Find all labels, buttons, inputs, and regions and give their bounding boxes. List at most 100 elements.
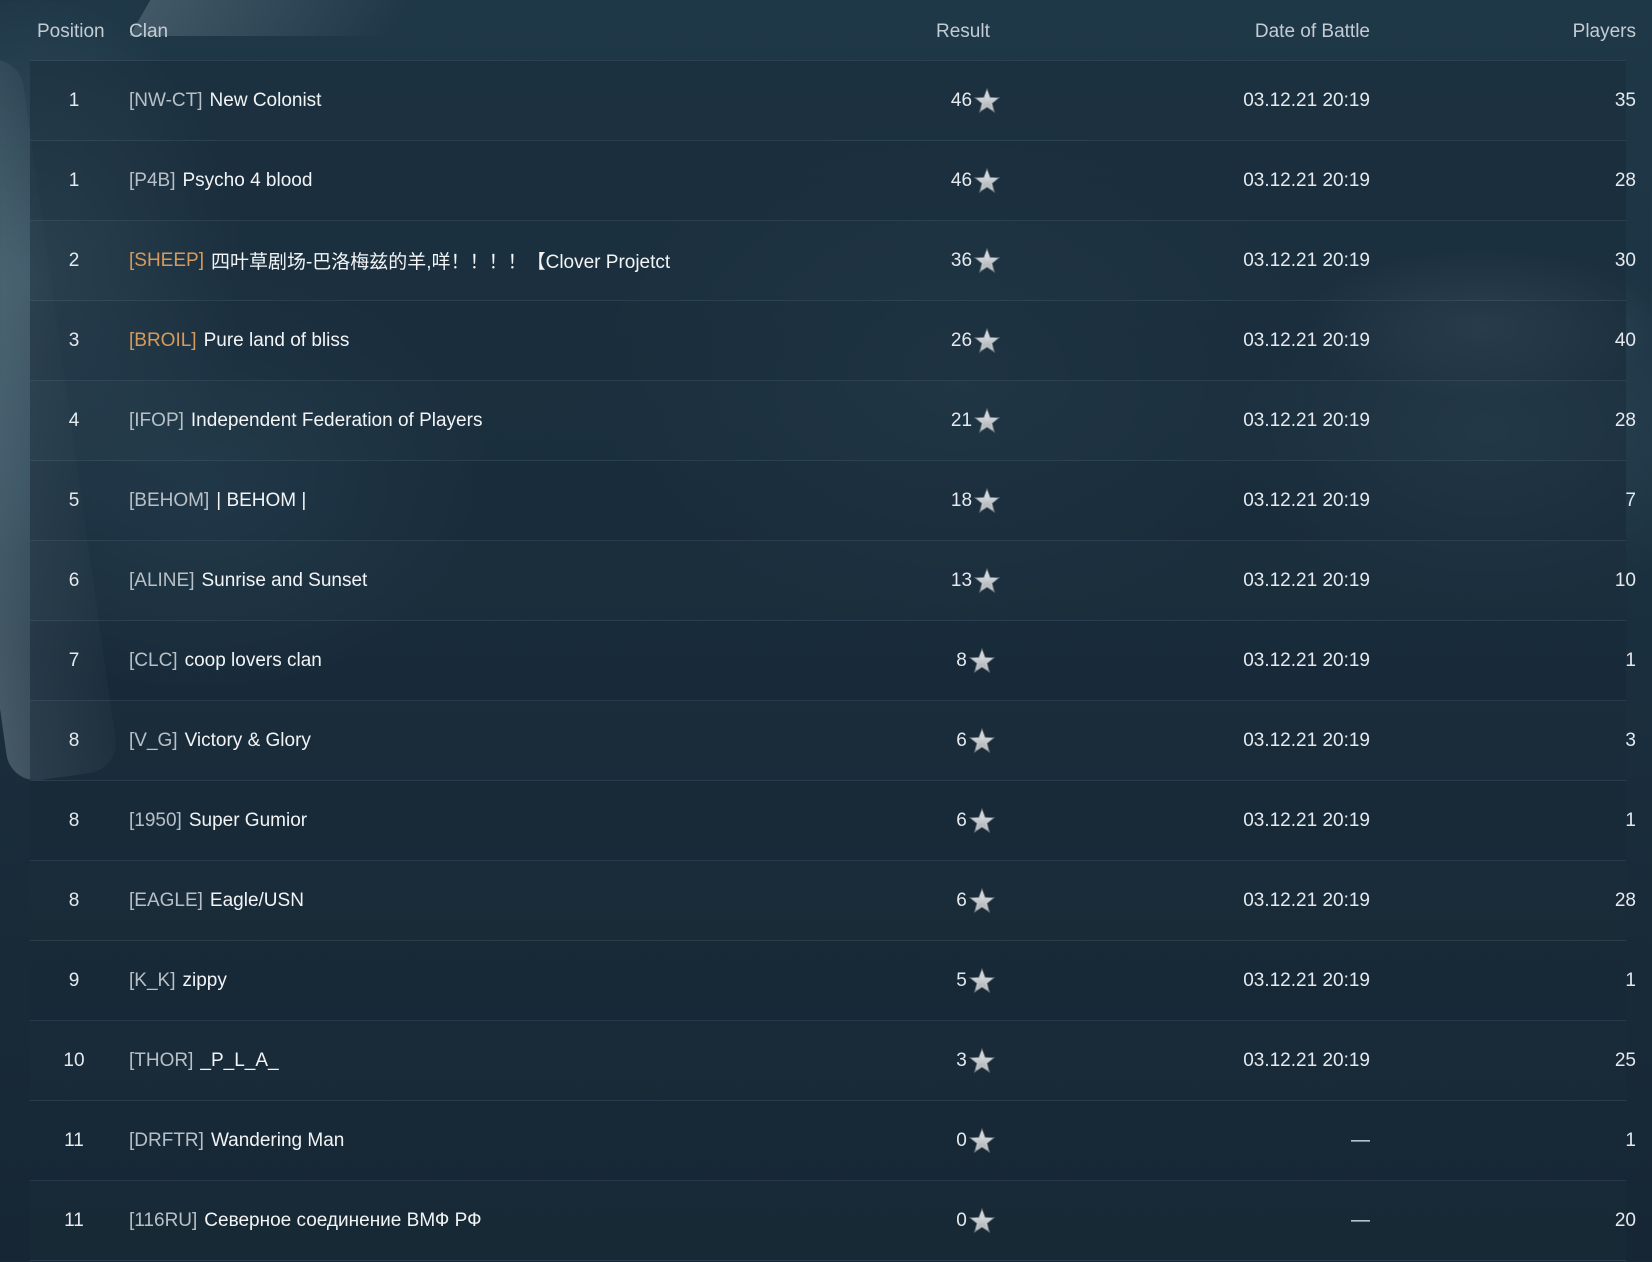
clan-results-table: Position Clan Result Date of Battle Play…	[30, 0, 1636, 1261]
clan-tag[interactable]: [SHEEP]	[129, 250, 204, 272]
clan-tag[interactable]: [116RU]	[129, 1210, 197, 1232]
clan-tag[interactable]: [BROIL]	[129, 330, 197, 352]
row-clan[interactable]: [NW-CT] New Colonist	[129, 61, 889, 140]
star-icon	[968, 1047, 995, 1073]
row-result: 13	[936, 541, 1016, 620]
row-date-of-battle: 03.12.21 20:19	[1243, 649, 1370, 671]
clan-name[interactable]: Pure land of bliss	[204, 330, 350, 352]
clan-name[interactable]: | BEHOM |	[216, 490, 306, 512]
row-clan[interactable]: [116RU] Северное соединение ВМФ РФ	[129, 1181, 889, 1260]
row-result: 6	[936, 701, 1016, 780]
table-row[interactable]: 6 [ALINE] Sunrise and Sunset 13 03.12.21…	[30, 541, 1636, 621]
clan-name[interactable]: Северное соединение ВМФ РФ	[204, 1210, 481, 1232]
clan-tag[interactable]: [P4B]	[129, 170, 175, 192]
row-result: 26	[936, 301, 1016, 380]
clan-name[interactable]: 四叶草剧场-巴洛梅兹的羊,咩！！！！【Clover Projetct	[211, 247, 670, 274]
star-icon	[973, 327, 1001, 353]
clan-name[interactable]: Psycho 4 blood	[182, 170, 312, 192]
row-position: 7	[68, 649, 80, 671]
clan-name[interactable]: Wandering Man	[211, 1130, 344, 1152]
row-players: 1	[1625, 809, 1636, 831]
row-clan[interactable]: [V_G] Victory & Glory	[129, 701, 889, 780]
clan-tag[interactable]: [V_G]	[129, 730, 178, 752]
clan-tag[interactable]: [ALINE]	[129, 570, 194, 592]
table-row[interactable]: 3 [BROIL] Pure land of bliss 26 03.12.21…	[30, 301, 1636, 381]
clan-tag[interactable]: [EAGLE]	[129, 890, 203, 912]
header-clan[interactable]: Clan	[129, 0, 889, 64]
star-icon	[973, 567, 1001, 593]
table-row[interactable]: 1 [NW-CT] New Colonist 46 03.12.21 20:19…	[30, 61, 1636, 141]
table-row[interactable]: 9 [K_K] zippy 5 03.12.21 20:19 1	[30, 941, 1636, 1021]
row-clan[interactable]: [K_K] zippy	[129, 941, 889, 1020]
row-clan[interactable]: [BEHOM] | BEHOM |	[129, 461, 889, 540]
table-row[interactable]: 8 [EAGLE] Eagle/USN 6 03.12.21 20:19 28	[30, 861, 1636, 941]
row-players: 28	[1614, 169, 1636, 191]
row-clan[interactable]: [CLC] coop lovers clan	[129, 621, 889, 700]
clan-tag[interactable]: [CLC]	[129, 650, 178, 672]
result-value: 26	[950, 329, 973, 351]
row-clan[interactable]: [DRFTR] Wandering Man	[129, 1101, 889, 1180]
header-players[interactable]: Players	[1450, 0, 1636, 64]
result-value: 6	[956, 889, 967, 911]
row-position: 8	[68, 809, 80, 831]
table-row[interactable]: 11 [116RU] Северное соединение ВМФ РФ 0 …	[30, 1181, 1636, 1261]
table-row[interactable]: 4 [IFOP] Independent Federation of Playe…	[30, 381, 1636, 461]
clan-name[interactable]: Eagle/USN	[210, 890, 304, 912]
row-position: 8	[68, 889, 80, 911]
row-position: 11	[64, 1209, 84, 1231]
row-clan[interactable]: [1950] Super Gumior	[129, 781, 889, 860]
clan-tag[interactable]: [THOR]	[129, 1050, 193, 1072]
result-value: 5	[956, 969, 967, 991]
row-clan[interactable]: [P4B] Psycho 4 blood	[129, 141, 889, 220]
clan-name[interactable]: zippy	[182, 970, 226, 992]
row-position: 10	[63, 1049, 85, 1071]
row-clan[interactable]: [BROIL] Pure land of bliss	[129, 301, 889, 380]
table-row[interactable]: 11 [DRFTR] Wandering Man 0 — 1	[30, 1101, 1636, 1181]
row-result: 18	[936, 461, 1016, 540]
row-players: 40	[1614, 329, 1636, 351]
row-clan[interactable]: [SHEEP] 四叶草剧场-巴洛梅兹的羊,咩！！！！【Clover Projet…	[129, 221, 889, 300]
row-clan[interactable]: [IFOP] Independent Federation of Players	[129, 381, 889, 460]
row-clan[interactable]: [ALINE] Sunrise and Sunset	[129, 541, 889, 620]
row-players: 25	[1614, 1049, 1636, 1071]
result-value: 6	[956, 729, 967, 751]
table-row[interactable]: 8 [1950] Super Gumior 6 03.12.21 20:19 1	[30, 781, 1636, 861]
header-result[interactable]: Result	[936, 0, 1016, 64]
row-clan[interactable]: [THOR] _P_L_A_	[129, 1021, 889, 1100]
result-value: 6	[956, 809, 967, 831]
clan-name[interactable]: Super Gumior	[189, 810, 307, 832]
table-row[interactable]: 2 [SHEEP] 四叶草剧场-巴洛梅兹的羊,咩！！！！【Clover Proj…	[30, 221, 1636, 301]
row-clan[interactable]: [EAGLE] Eagle/USN	[129, 861, 889, 940]
clan-tag[interactable]: [1950]	[129, 810, 182, 832]
row-result: 3	[936, 1021, 1016, 1100]
row-date-of-battle: 03.12.21 20:19	[1243, 809, 1370, 831]
header-position[interactable]: Position	[37, 0, 113, 64]
clan-name[interactable]: Independent Federation of Players	[191, 410, 483, 432]
clan-tag[interactable]: [BEHOM]	[129, 490, 209, 512]
clan-name[interactable]: coop lovers clan	[185, 650, 322, 672]
table-row[interactable]: 1 [P4B] Psycho 4 blood 46 03.12.21 20:19…	[30, 141, 1636, 221]
star-icon	[968, 647, 995, 673]
clan-name[interactable]: _P_L_A_	[200, 1050, 278, 1072]
star-icon	[968, 1207, 995, 1233]
table-row[interactable]: 5 [BEHOM] | BEHOM | 18 03.12.21 20:19 7	[30, 461, 1636, 541]
star-icon	[968, 807, 995, 833]
clan-tag[interactable]: [NW-CT]	[129, 90, 203, 112]
clan-tag[interactable]: [K_K]	[129, 970, 175, 992]
clan-tag[interactable]: [DRFTR]	[129, 1130, 204, 1152]
row-date-of-battle: 03.12.21 20:19	[1243, 329, 1370, 351]
star-icon	[973, 407, 1001, 433]
clan-name[interactable]: Victory & Glory	[185, 730, 311, 752]
row-position: 4	[68, 409, 80, 431]
table-row[interactable]: 8 [V_G] Victory & Glory 6 03.12.21 20:19…	[30, 701, 1636, 781]
table-row[interactable]: 7 [CLC] coop lovers clan 8 03.12.21 20:1…	[30, 621, 1636, 701]
row-date-of-battle: —	[1351, 1209, 1370, 1231]
result-value: 21	[950, 409, 973, 431]
row-position: 11	[64, 1129, 84, 1151]
row-position: 1	[68, 169, 80, 191]
table-row[interactable]: 10 [THOR] _P_L_A_ 3 03.12.21 20:19 25	[30, 1021, 1636, 1101]
header-date-of-battle[interactable]: Date of Battle	[1066, 0, 1370, 64]
clan-tag[interactable]: [IFOP]	[129, 410, 184, 432]
clan-name[interactable]: Sunrise and Sunset	[201, 570, 367, 592]
clan-name[interactable]: New Colonist	[210, 90, 322, 112]
